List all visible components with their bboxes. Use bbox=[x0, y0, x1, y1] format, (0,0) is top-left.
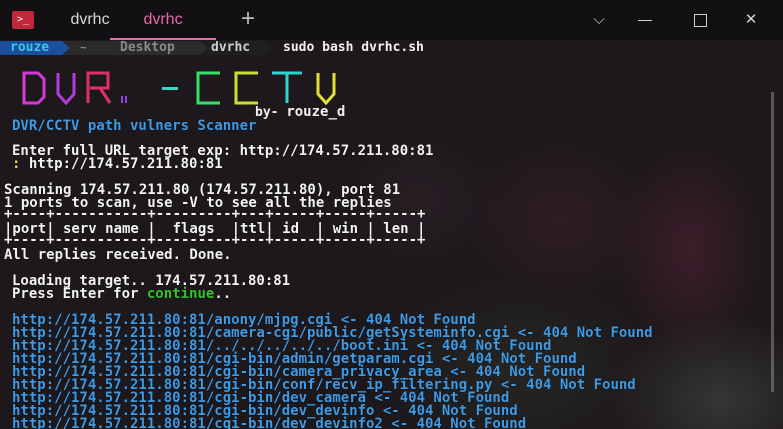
prompt-home-icon: ~ bbox=[80, 41, 87, 54]
dropdown-chevron-icon[interactable]: ⌵ bbox=[587, 9, 611, 31]
target-input-value: http://174.57.211.80:81 bbox=[28, 156, 223, 172]
new-tab-plus-icon[interactable]: + bbox=[236, 7, 260, 31]
scrollbar[interactable] bbox=[771, 92, 774, 392]
prompt-command: sudo bash dvrhc.sh bbox=[283, 40, 424, 55]
minimize-icon bbox=[638, 20, 652, 21]
maximize-button[interactable] bbox=[688, 9, 712, 31]
minimize-button[interactable] bbox=[634, 9, 658, 31]
terminal-app-icon: >_ bbox=[12, 11, 34, 29]
maximize-icon bbox=[694, 14, 707, 27]
replies-line: All replies received. Done. bbox=[4, 247, 232, 263]
target-input-line: : http://174.57.211.80:81 bbox=[12, 156, 223, 172]
continue-word: continue bbox=[146, 286, 215, 302]
banner-credit: by- rouze_d bbox=[255, 104, 346, 120]
prompt-dir: dvrhc bbox=[211, 40, 251, 55]
tab-dvrhc-2-active[interactable]: dvrhc bbox=[110, 0, 216, 40]
press-enter-line: Press Enter for continue.. bbox=[12, 286, 232, 302]
terminal-output[interactable]: rouze ~ Desktop dvrhc sudo bash dvrhc.sh bbox=[0, 40, 783, 429]
table-border-bottom: +----+-----------+---------+---+-----+--… bbox=[4, 232, 426, 248]
table-border-top: +----+-----------+---------+---+-----+--… bbox=[4, 206, 426, 222]
input-marker: : bbox=[12, 156, 21, 172]
prompt-path: Desktop bbox=[120, 40, 175, 55]
close-button[interactable]: ✕ bbox=[739, 9, 763, 31]
title-bar: >_ dvrhc dvrhc + ⌵ ✕ bbox=[0, 0, 783, 40]
subtitle-line: DVR/CCTV path vulners Scanner bbox=[12, 118, 257, 134]
result-line: http://174.57.211.80:81/cgi-bin/dev_devi… bbox=[12, 416, 527, 429]
prompt-user: rouze bbox=[10, 40, 50, 55]
